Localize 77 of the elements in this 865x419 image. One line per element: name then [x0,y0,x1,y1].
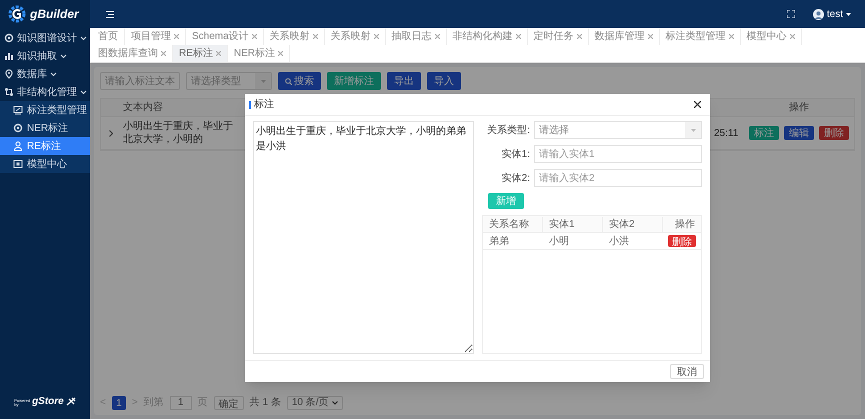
avatar-icon [812,8,824,20]
search-field[interactable]: 请输入标注文本 [100,72,180,90]
column-header: 操作 [788,101,810,115]
text-area[interactable]: 小明出生于重庆，毕业于北京大学，小明的弟弟是小洪 [253,121,474,354]
column-header: 文本内容 [122,100,164,115]
add-button[interactable]: 新增标注 [327,72,381,90]
gear-logo-icon [8,5,26,23]
menu-item[interactable]: 非结构化管理 [0,83,90,101]
field-label: 实体2: [500,172,531,186]
chevron-down-icon [332,400,338,404]
menu-item[interactable]: 知识图谱设计 [0,29,90,47]
page-button[interactable]: 1 [112,396,126,410]
menu-button[interactable] [104,8,116,20]
tab[interactable]: 关系映射 [264,28,325,45]
menu-item[interactable]: 知识抽取 [0,47,90,65]
expand-icon [109,130,113,136]
confirm-button[interactable]: 确定 [214,396,244,410]
page-input[interactable]: 1 [170,396,192,410]
close-icon [694,101,700,108]
accent-bar-icon [249,100,251,108]
table-cell-text: 25:11 [714,126,740,140]
delete-button[interactable]: 删除 [668,235,696,247]
field-label: 实体1: [500,148,531,162]
tab[interactable]: NER标注 [228,45,290,62]
tab[interactable]: RE标注 [173,45,228,62]
tab[interactable]: 模型中心 [740,28,802,45]
select-field[interactable]: 请选择 [534,121,702,139]
add-button[interactable]: 新增 [488,193,524,209]
action-button[interactable]: 导入 [427,72,461,90]
column-header: 关系名称 [483,216,543,232]
page-size-select[interactable]: 10 条/页 [286,396,342,410]
cancel-button[interactable]: 取消 [670,364,704,379]
dialog-title: 标注 [254,98,275,112]
table-cell-text: 小明出生于重庆，毕业于北京大学，小明的 [123,120,234,146]
input-field[interactable]: 请输入实体2 [534,169,702,187]
column-header: 实体1 [543,216,603,232]
logo-text: gBuilder [30,6,79,23]
table-cell-text: 弟弟 [488,234,510,248]
tab[interactable]: 首页 [92,28,125,45]
tab[interactable]: 关系映射 [324,28,386,45]
submenu-item[interactable]: 模型中心 [0,155,90,173]
close-button[interactable] [692,100,702,110]
table-cell-text: 小洪 [608,234,630,248]
fullscreen-icon [786,10,795,18]
input-field[interactable]: 请输入实体1 [534,145,702,163]
tab[interactable]: 定时任务 [528,28,589,45]
chevron-down-icon [80,36,87,40]
plane-icon [66,397,76,407]
tab[interactable]: 数据库管理 [588,28,660,45]
chevron-down-icon [60,54,67,58]
tab[interactable]: 标注类型管理 [660,28,741,45]
tab[interactable]: 非结构化构建 [446,28,528,45]
table-cell-text: 小明 [548,234,570,248]
brand-text: gStore [32,397,64,407]
tab[interactable]: 抽取日志 [386,28,447,45]
chevron-down-icon [50,72,57,76]
user-menu[interactable]: test [812,6,851,22]
menu-item[interactable]: 数据库 [0,65,90,83]
edit-button[interactable]: 编辑 [784,126,814,140]
delete-button[interactable]: 删除 [819,126,849,140]
fullscreen-button[interactable] [784,8,797,20]
search-button[interactable]: 搜索 [278,72,321,90]
search-icon [285,78,292,84]
chevron-down-icon [80,90,87,94]
submenu-item[interactable]: NER标注 [0,119,90,137]
total-count: 共 1 条 [250,396,281,410]
submenu-item[interactable]: 标注类型管理 [0,101,90,119]
type-select[interactable]: 请选择类型 [186,72,272,90]
submenu-item[interactable]: RE标注 [0,137,90,155]
field-label: 关系类型: [486,124,531,138]
action-button[interactable]: 导出 [387,72,421,90]
caret-icon [690,128,696,132]
caret-icon [846,12,851,16]
column-header: 实体2 [603,216,663,232]
annotate-button[interactable]: 标注 [749,126,779,140]
column-header: 操作 [674,218,696,232]
caret-icon [260,80,266,82]
